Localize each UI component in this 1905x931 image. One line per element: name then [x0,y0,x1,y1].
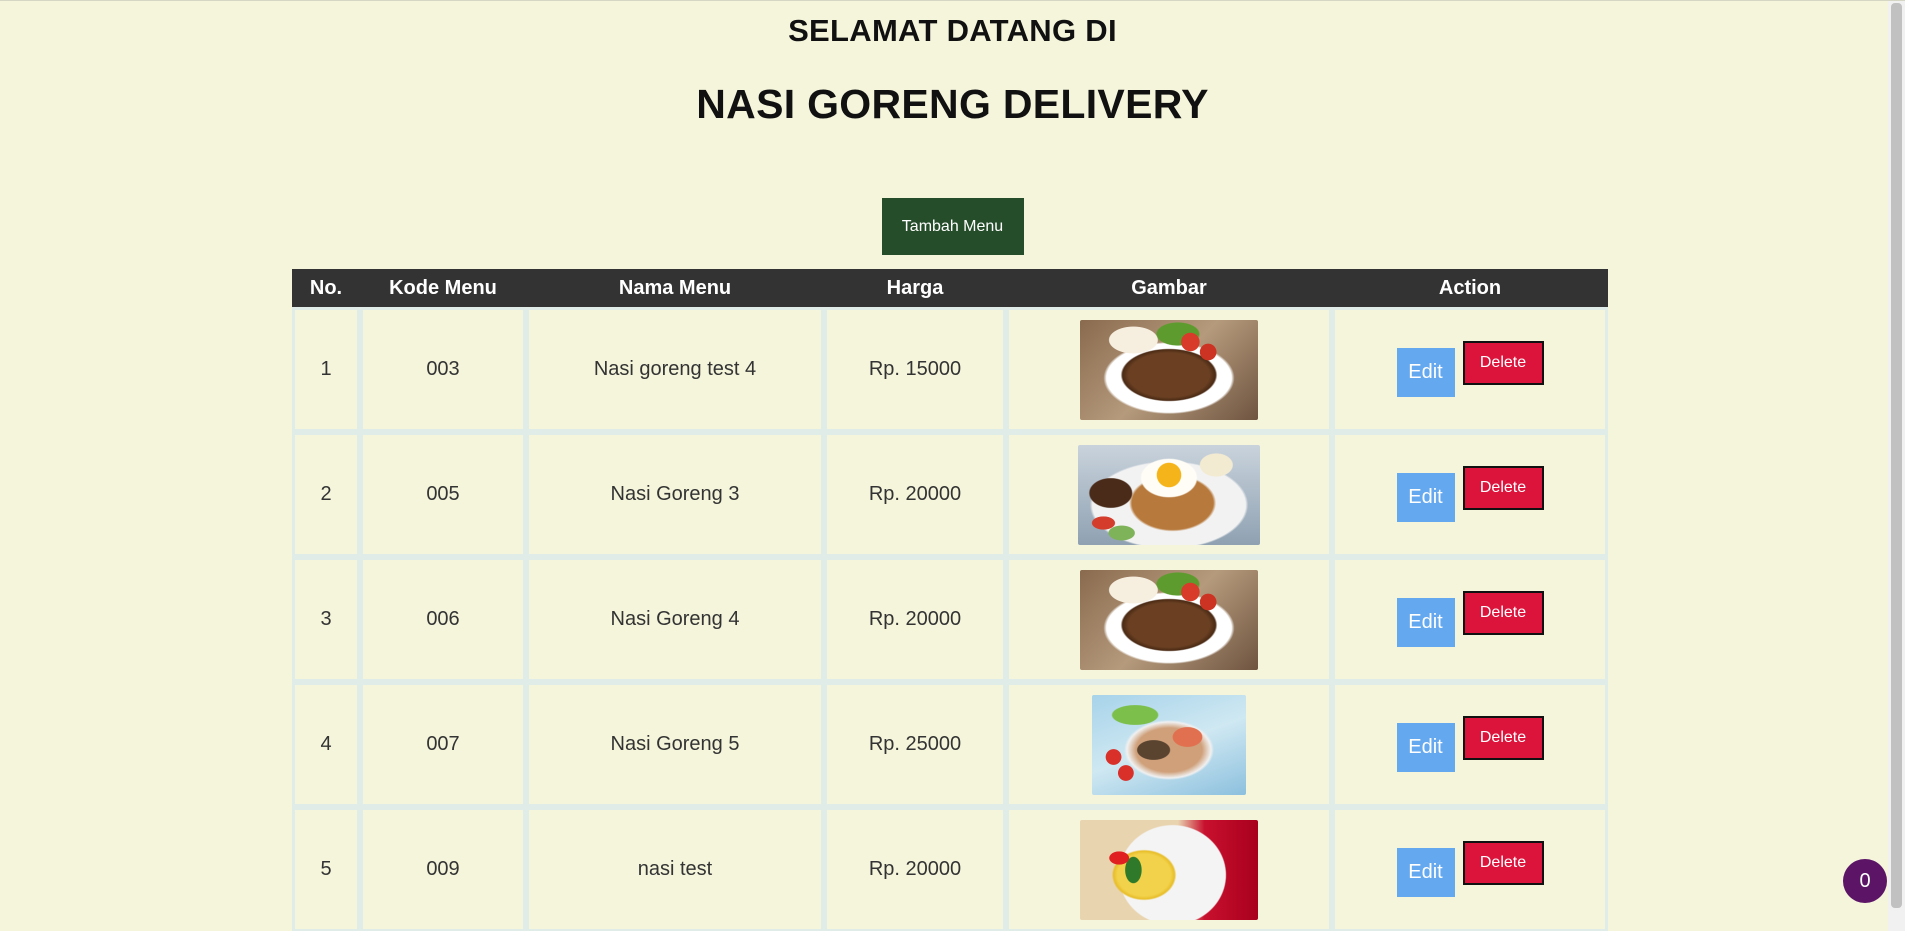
cell-kode: 005 [360,432,526,557]
cell-harga: Rp. 15000 [824,307,1006,432]
cell-kode: 009 [360,807,526,931]
cell-kode: 003 [360,307,526,432]
column-header-nama: Nama Menu [526,269,824,307]
table-row: 2 005 Nasi Goreng 3 Rp. 20000 Edit Delete [292,432,1608,557]
welcome-heading: SELAMAT DATANG DI [788,13,1117,48]
add-menu-button[interactable]: Tambah Menu [881,198,1024,255]
menu-image [1078,444,1260,545]
cell-no: 1 [292,307,360,432]
cell-harga: Rp. 25000 [824,682,1006,807]
menu-image [1080,319,1258,420]
menu-image [1092,694,1246,795]
cell-no: 5 [292,807,360,931]
table-row: 4 007 Nasi Goreng 5 Rp. 25000 Edit Delete [292,682,1608,807]
edit-button[interactable]: Edit [1396,473,1455,522]
menu-table-container: No. Kode Menu Nama Menu Harga Gambar Act… [292,269,1608,931]
cart-count-badge[interactable]: 0 [1843,859,1887,903]
cell-nama: Nasi goreng test 4 [526,307,824,432]
edit-button[interactable]: Edit [1396,598,1455,647]
cell-gambar [1006,682,1332,807]
menu-image [1080,819,1258,920]
delete-button[interactable]: Delete [1462,715,1544,760]
table-row: 1 003 Nasi goreng test 4 Rp. 15000 Edit D… [292,307,1608,432]
edit-button[interactable]: Edit [1396,348,1455,397]
column-header-kode: Kode Menu [360,269,526,307]
page: SELAMAT DATANG DI NASI GORENG DELIVERY T… [0,0,1905,931]
cell-harga: Rp. 20000 [824,557,1006,682]
cell-gambar [1006,307,1332,432]
table-row: 5 009 nasi test Rp. 20000 Edit Delete [292,807,1608,931]
cell-action: Edit Delete [1332,557,1608,682]
vertical-scrollbar[interactable] [1888,1,1905,931]
menu-image [1080,569,1258,670]
column-header-no: No. [292,269,360,307]
cell-harga: Rp. 20000 [824,807,1006,931]
cell-action: Edit Delete [1332,807,1608,931]
cell-gambar [1006,807,1332,931]
edit-button[interactable]: Edit [1396,848,1455,897]
page-header: SELAMAT DATANG DI NASI GORENG DELIVERY [0,1,1905,128]
cell-harga: Rp. 20000 [824,432,1006,557]
menu-table: No. Kode Menu Nama Menu Harga Gambar Act… [292,269,1608,931]
cell-action: Edit Delete [1332,432,1608,557]
column-header-action: Action [1332,269,1608,307]
column-header-harga: Harga [824,269,1006,307]
brand-heading: NASI GORENG DELIVERY [696,81,1209,127]
cell-nama: Nasi Goreng 3 [526,432,824,557]
cell-gambar [1006,432,1332,557]
column-header-gambar: Gambar [1006,269,1332,307]
cell-kode: 007 [360,682,526,807]
delete-button[interactable]: Delete [1462,465,1544,510]
cell-nama: Nasi Goreng 5 [526,682,824,807]
cell-action: Edit Delete [1332,682,1608,807]
edit-button[interactable]: Edit [1396,723,1455,772]
cell-nama: Nasi Goreng 4 [526,557,824,682]
add-menu-container: Tambah Menu [0,198,1905,255]
cell-gambar [1006,557,1332,682]
cell-action: Edit Delete [1332,307,1608,432]
cell-no: 2 [292,432,360,557]
cell-no: 4 [292,682,360,807]
delete-button[interactable]: Delete [1462,590,1544,635]
scrollbar-thumb[interactable] [1891,3,1902,908]
cell-no: 3 [292,557,360,682]
cell-kode: 006 [360,557,526,682]
table-row: 3 006 Nasi Goreng 4 Rp. 20000 Edit Delete [292,557,1608,682]
delete-button[interactable]: Delete [1462,340,1544,385]
cell-nama: nasi test [526,807,824,931]
delete-button[interactable]: Delete [1462,840,1544,885]
table-header-row: No. Kode Menu Nama Menu Harga Gambar Act… [292,269,1608,307]
